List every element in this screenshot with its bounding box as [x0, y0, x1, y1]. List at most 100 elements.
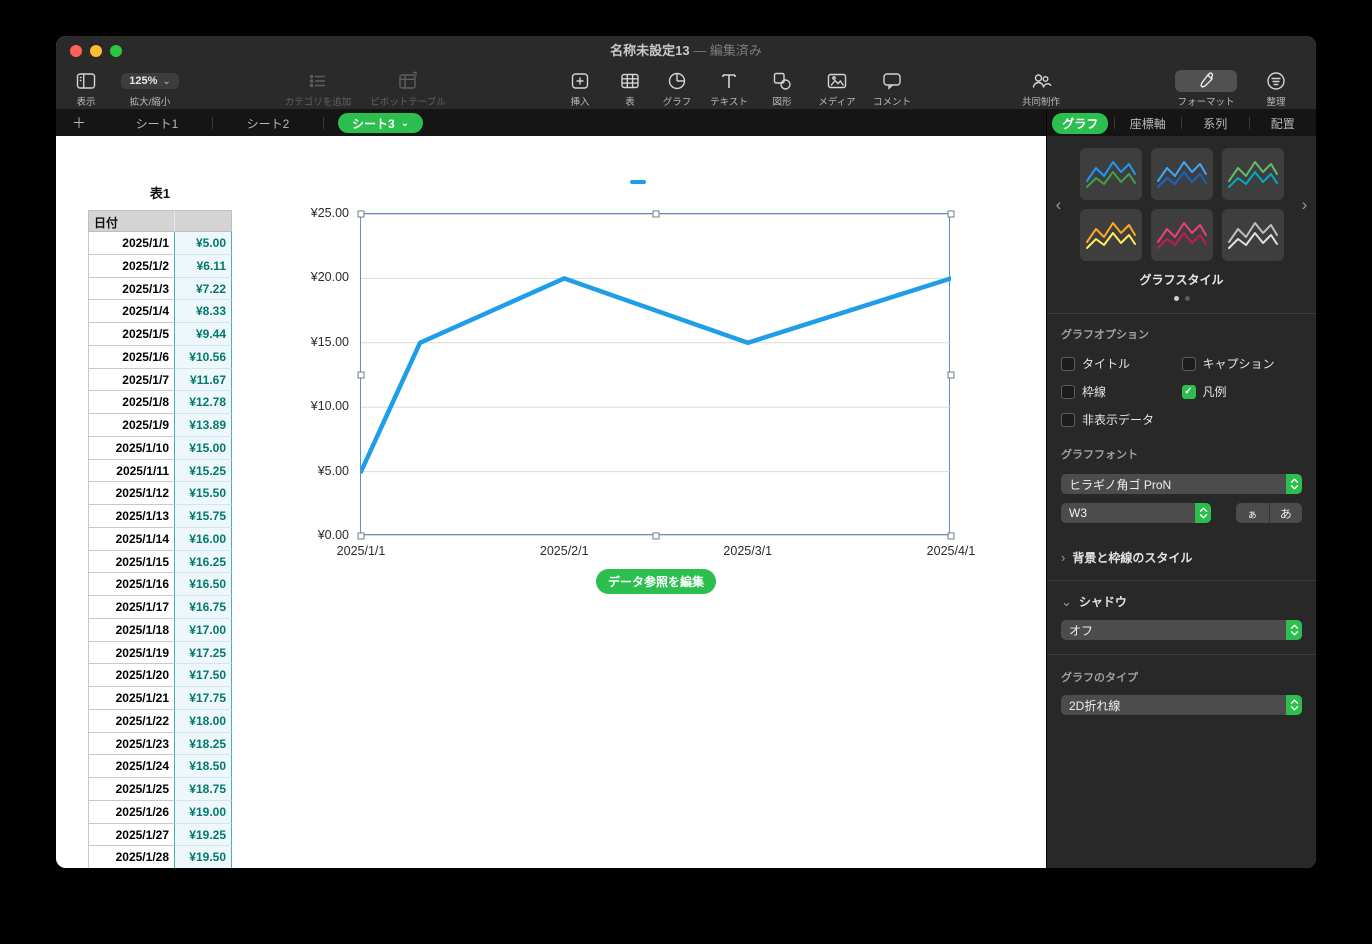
- shadow-select[interactable]: オフ: [1061, 620, 1302, 640]
- insert-button[interactable]: 挿入: [556, 70, 604, 108]
- table-cell-value[interactable]: ¥17.25: [174, 641, 232, 665]
- comment-button[interactable]: コメント: [867, 70, 917, 108]
- chart-style-thumbnail[interactable]: [1079, 209, 1142, 261]
- sheet-tab-2[interactable]: シート2: [213, 115, 323, 132]
- table-cell-value[interactable]: ¥12.78: [174, 391, 232, 414]
- table-cell-date[interactable]: 2025/1/23: [88, 732, 174, 756]
- table-cell-date[interactable]: 2025/1/16: [88, 573, 174, 596]
- table-row[interactable]: 2025/1/27 ¥19.25: [88, 823, 232, 847]
- chart-type-select[interactable]: 2D折れ線: [1061, 695, 1302, 715]
- shadow-disclosure[interactable]: ⌄ シャドウ: [1061, 593, 1302, 610]
- table-row[interactable]: 2025/1/2 ¥6.11: [88, 254, 232, 278]
- table-cell-value[interactable]: ¥9.44: [174, 323, 232, 346]
- table-row[interactable]: 2025/1/4 ¥8.33: [88, 300, 232, 323]
- table-row[interactable]: 2025/1/1 ¥5.00: [88, 232, 232, 255]
- table-cell-date[interactable]: 2025/1/10: [88, 436, 174, 460]
- table-cell-value[interactable]: ¥6.11: [174, 254, 232, 278]
- table-cell-value[interactable]: ¥16.75: [174, 596, 232, 619]
- zoom-window-button[interactable]: [110, 45, 122, 57]
- organize-button[interactable]: 整理: [1252, 70, 1300, 108]
- checkbox-checked-icon[interactable]: ✓: [1181, 384, 1196, 399]
- table-cell-value[interactable]: ¥10.56: [174, 345, 232, 369]
- table-row[interactable]: 2025/1/6 ¥10.56: [88, 345, 232, 369]
- font-weight-select[interactable]: W3: [1061, 503, 1211, 523]
- selection-handle[interactable]: [947, 371, 955, 379]
- table-cell-value[interactable]: ¥19.25: [174, 823, 232, 847]
- table-cell-date[interactable]: 2025/1/2: [88, 254, 174, 278]
- table-cell-value[interactable]: ¥17.00: [174, 618, 232, 642]
- table-cell-date[interactable]: 2025/1/14: [88, 527, 174, 551]
- table-cell-date[interactable]: 2025/1/11: [88, 459, 174, 483]
- table-row[interactable]: 2025/1/7 ¥11.67: [88, 368, 232, 392]
- add-sheet-button[interactable]: ＋: [56, 113, 102, 133]
- option-checkbox[interactable]: 非表示データ: [1061, 411, 1182, 428]
- selection-handle[interactable]: [357, 532, 365, 540]
- table-cell-value[interactable]: ¥18.75: [174, 778, 232, 801]
- zoom-dropdown[interactable]: 125% ⌄: [120, 72, 180, 90]
- edit-data-references-button[interactable]: データ参照を編集: [596, 569, 716, 594]
- table-row[interactable]: 2025/1/12 ¥15.50: [88, 482, 232, 505]
- checkbox-unchecked-icon[interactable]: [1061, 412, 1075, 427]
- table-cell-value[interactable]: ¥17.75: [174, 687, 232, 710]
- sheet-tab-1[interactable]: シート1: [102, 115, 212, 132]
- checkbox-unchecked-icon[interactable]: [1061, 356, 1075, 371]
- table-cell-date[interactable]: 2025/1/3: [88, 277, 174, 301]
- table-cell-value[interactable]: ¥15.50: [174, 482, 232, 505]
- table-row[interactable]: 2025/1/9 ¥13.89: [88, 414, 232, 437]
- page-dot[interactable]: [1184, 296, 1190, 301]
- text-button[interactable]: テキスト: [705, 70, 753, 108]
- selection-handle[interactable]: [947, 532, 955, 540]
- table-cell-date[interactable]: 2025/1/20: [88, 664, 174, 687]
- chart-legend-swatch[interactable]: [630, 180, 646, 184]
- table-cell-date[interactable]: 2025/1/5: [88, 323, 174, 346]
- gallery-page-dots[interactable]: [1047, 296, 1316, 301]
- table-cell-value[interactable]: ¥15.25: [174, 459, 232, 483]
- background-border-disclosure[interactable]: › 背景と枠線のスタイル: [1061, 549, 1302, 566]
- table-cell-value[interactable]: ¥15.00: [174, 436, 232, 460]
- table-cell-value[interactable]: ¥18.50: [174, 755, 232, 778]
- table-cell-value[interactable]: ¥18.25: [174, 732, 232, 756]
- table-cell-date[interactable]: 2025/1/15: [88, 550, 174, 574]
- selection-handle[interactable]: [357, 210, 365, 218]
- table-cell-date[interactable]: 2025/1/17: [88, 596, 174, 619]
- table-cell-date[interactable]: 2025/1/8: [88, 391, 174, 414]
- table-row[interactable]: 2025/1/24 ¥18.50: [88, 755, 232, 778]
- table-cell-value[interactable]: ¥18.00: [174, 709, 232, 733]
- table-row[interactable]: 2025/1/20 ¥17.50: [88, 664, 232, 687]
- option-checkbox[interactable]: ✓ 凡例: [1181, 383, 1303, 400]
- table-row[interactable]: 2025/1/26 ¥19.00: [88, 800, 232, 824]
- gallery-prev-icon[interactable]: ‹: [1051, 196, 1066, 213]
- decrease-font-size-button[interactable]: ぁ: [1236, 503, 1270, 523]
- table-cell-date[interactable]: 2025/1/13: [88, 505, 174, 528]
- selection-handle[interactable]: [357, 371, 365, 379]
- table-row[interactable]: 2025/1/23 ¥18.25: [88, 732, 232, 756]
- table-row[interactable]: 2025/1/22 ¥18.00: [88, 709, 232, 733]
- table-button[interactable]: 表: [606, 70, 654, 108]
- table-cell-value[interactable]: ¥16.50: [174, 573, 232, 596]
- checkbox-unchecked-icon[interactable]: [1181, 356, 1196, 371]
- table-row[interactable]: 2025/1/8 ¥12.78: [88, 391, 232, 414]
- collaborate-button[interactable]: 共同制作: [1011, 70, 1071, 108]
- table-row[interactable]: 2025/1/17 ¥16.75: [88, 596, 232, 619]
- chart-style-thumbnail[interactable]: [1221, 209, 1284, 261]
- table-row[interactable]: 2025/1/25 ¥18.75: [88, 778, 232, 801]
- table-row[interactable]: 2025/1/21 ¥17.75: [88, 687, 232, 710]
- chart-style-thumbnail[interactable]: [1221, 148, 1284, 200]
- table-row[interactable]: 2025/1/14 ¥16.00: [88, 527, 232, 551]
- media-button[interactable]: メディア: [812, 70, 862, 108]
- minimize-window-button[interactable]: [90, 45, 102, 57]
- table-cell-value[interactable]: ¥8.33: [174, 300, 232, 323]
- option-checkbox[interactable]: タイトル: [1061, 355, 1182, 372]
- table-cell-date[interactable]: 2025/1/18: [88, 618, 174, 642]
- chart-button[interactable]: グラフ: [653, 70, 701, 108]
- table-row[interactable]: 2025/1/19 ¥17.25: [88, 641, 232, 665]
- view-button[interactable]: 表示: [64, 70, 108, 108]
- table-title[interactable]: 表1: [88, 183, 232, 202]
- table-header-value[interactable]: [174, 210, 232, 232]
- table-cell-date[interactable]: 2025/1/19: [88, 641, 174, 665]
- option-checkbox[interactable]: 枠線: [1061, 383, 1182, 400]
- increase-font-size-button[interactable]: あ: [1270, 503, 1303, 523]
- chart-style-thumbnail[interactable]: [1150, 148, 1213, 200]
- chart-style-thumbnail[interactable]: [1079, 148, 1142, 200]
- table-cell-date[interactable]: 2025/1/9: [88, 414, 174, 437]
